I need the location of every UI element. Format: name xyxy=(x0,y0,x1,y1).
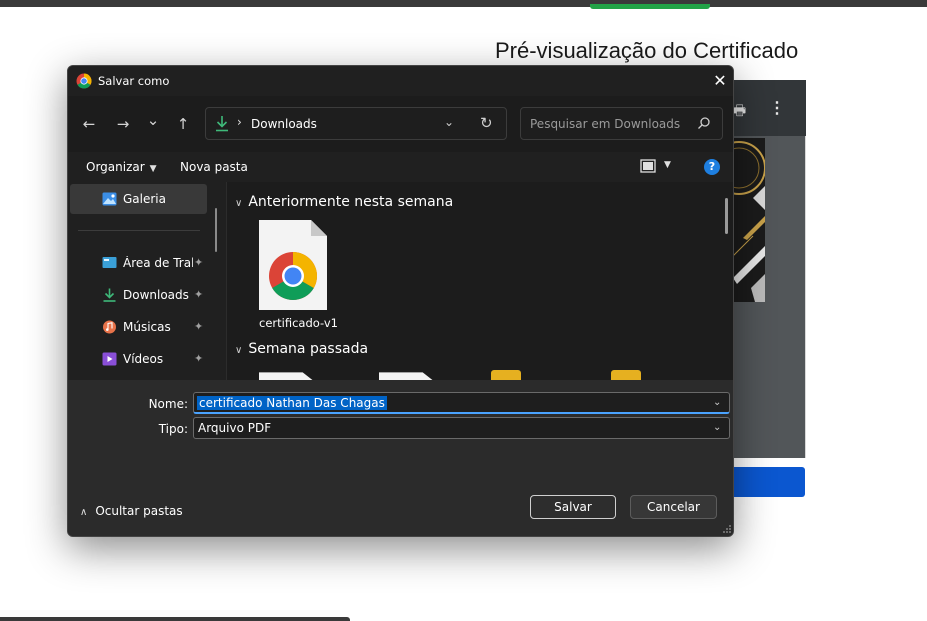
video-icon xyxy=(102,352,117,366)
breadcrumb-downloads[interactable]: Downloads xyxy=(251,117,317,131)
file-name: certificado-v1 xyxy=(259,316,338,330)
back-button[interactable]: ← xyxy=(78,114,100,134)
page-title: Pré-visualização do Certificado xyxy=(495,38,799,63)
sidebar-item-downloads[interactable]: Downloads ✦ xyxy=(68,280,208,310)
download-icon xyxy=(103,288,116,302)
save-button[interactable]: Salvar xyxy=(530,495,616,519)
search-placeholder: Pesquisar em Downloads xyxy=(530,117,681,131)
desktop-icon xyxy=(102,257,117,268)
up-button[interactable]: ↑ xyxy=(172,114,194,134)
sidebar-item-label: Downloads xyxy=(123,288,189,302)
navigation-bar: ← → ⌄ ↑ › Downloads ⌄ ↻ Pesquisar em Dow… xyxy=(68,96,733,152)
recent-locations-button[interactable]: ⌄ xyxy=(142,110,164,130)
sidebar-item-label: Galeria xyxy=(123,192,166,206)
file-item[interactable]: certificado-v1 xyxy=(259,220,338,330)
group-header-last-week[interactable]: ∨ Semana passada xyxy=(235,341,368,357)
pin-icon[interactable]: ✦ xyxy=(194,352,203,365)
chevron-up-icon: ∧ xyxy=(80,507,88,518)
file-item-partial[interactable] xyxy=(379,372,435,380)
browser-top-bar xyxy=(0,0,927,7)
cancel-button[interactable]: Cancelar xyxy=(630,495,717,519)
chevron-down-icon[interactable]: ⌄ xyxy=(713,397,721,408)
type-label: Tipo: xyxy=(158,422,188,436)
page-bottom-bar xyxy=(0,617,350,621)
forward-button[interactable]: → xyxy=(112,114,134,134)
new-folder-button[interactable]: Nova pasta xyxy=(180,160,248,174)
chevron-down-icon: ∨ xyxy=(235,345,243,356)
name-label: Nome: xyxy=(148,397,188,411)
close-button[interactable]: ✕ xyxy=(710,71,730,91)
file-type-value: Arquivo PDF xyxy=(198,421,272,435)
search-icon xyxy=(698,117,710,129)
file-name-value: certificado Nathan Das Chagas xyxy=(197,396,387,410)
sidebar-item-galeria[interactable]: Galeria xyxy=(70,184,207,214)
save-as-dialog: Salvar como ✕ ← → ⌄ ↑ › Downloads ⌄ ↻ Pe… xyxy=(67,65,734,537)
page-green-tab[interactable] xyxy=(590,4,710,9)
search-input[interactable]: Pesquisar em Downloads xyxy=(520,107,723,140)
organize-label: Organizar xyxy=(86,160,145,174)
view-dropdown-caret[interactable]: ▼ xyxy=(664,160,671,170)
folder-item-partial[interactable] xyxy=(611,370,641,380)
group-header-this-week[interactable]: ∨ Anteriormente nesta semana xyxy=(235,194,453,210)
navigation-pane: Galeria Área de Trabalho ✦ Downloads ✦ xyxy=(68,182,226,380)
sidebar-item-desktop[interactable]: Área de Trabalho ✦ xyxy=(68,248,208,278)
file-item-partial[interactable] xyxy=(259,372,315,380)
group-label: Anteriormente nesta semana xyxy=(248,194,454,210)
dialog-titlebar[interactable]: Salvar como ✕ xyxy=(68,66,733,96)
file-list: ∨ Anteriormente nesta semana certificado-… xyxy=(227,182,733,380)
gallery-icon xyxy=(102,192,117,206)
pin-icon[interactable]: ✦ xyxy=(194,320,203,333)
print-icon[interactable]: 🖶 xyxy=(733,100,746,124)
view-options-icon[interactable] xyxy=(640,159,656,173)
sidebar-item-label: Vídeos xyxy=(123,352,164,366)
hide-folders-button[interactable]: ∧ Ocultar pastas xyxy=(80,504,183,518)
caret-down-icon: ▼ xyxy=(149,164,157,174)
more-options-icon[interactable]: ⋮ xyxy=(769,98,785,118)
dialog-title: Salvar como xyxy=(98,74,170,88)
resize-grip-icon[interactable] xyxy=(722,524,732,534)
group-label: Semana passada xyxy=(248,341,369,357)
sidebar-divider xyxy=(78,230,200,231)
file-name-field[interactable]: certificado Nathan Das Chagas ⌄ xyxy=(193,392,730,414)
sidebar-item-music[interactable]: Músicas ✦ xyxy=(68,312,208,342)
pin-icon[interactable]: ✦ xyxy=(194,256,203,269)
refresh-icon[interactable]: ↻ xyxy=(480,114,493,132)
hide-folders-label: Ocultar pastas xyxy=(95,504,183,518)
sidebar-item-label: Área de Trabalho xyxy=(123,256,193,270)
breadcrumb-separator: › xyxy=(237,115,242,129)
certificate-thumbnail xyxy=(733,138,765,302)
save-form: Nome: certificado Nathan Das Chagas ⌄ Ti… xyxy=(68,380,733,536)
pin-icon[interactable]: ✦ xyxy=(194,288,203,301)
download-icon xyxy=(216,116,228,132)
chevron-down-icon[interactable]: ⌄ xyxy=(444,115,454,129)
music-icon xyxy=(103,320,116,334)
address-bar[interactable]: › Downloads ⌄ ↻ xyxy=(205,107,507,140)
file-list-scrollbar[interactable] xyxy=(725,198,728,234)
folder-item-partial[interactable] xyxy=(491,370,521,380)
help-icon[interactable]: ? xyxy=(704,159,720,175)
file-type-select[interactable]: Arquivo PDF ⌄ xyxy=(193,417,730,439)
sidebar-item-label: Músicas xyxy=(123,320,171,334)
chevron-down-icon: ∨ xyxy=(235,198,243,209)
chrome-icon xyxy=(76,73,92,89)
sidebar-item-videos[interactable]: Vídeos ✦ xyxy=(68,344,208,374)
chevron-down-icon[interactable]: ⌄ xyxy=(713,422,721,433)
sidebar-scrollbar[interactable] xyxy=(215,208,217,252)
chrome-file-icon xyxy=(259,220,327,310)
command-bar: Organizar ▼ Nova pasta ▼ ? xyxy=(68,152,733,182)
organize-menu[interactable]: Organizar ▼ xyxy=(86,160,157,174)
